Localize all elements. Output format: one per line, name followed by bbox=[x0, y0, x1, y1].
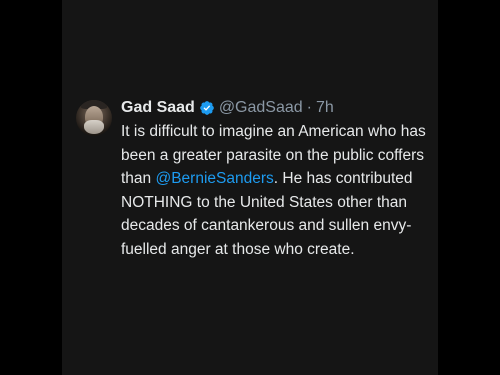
tweet-text: It is difficult to imagine an American w… bbox=[121, 120, 431, 261]
verified-badge-icon bbox=[199, 101, 214, 115]
avatar[interactable] bbox=[76, 100, 112, 136]
tweet-header: Gad Saad @GadSaad · 7h bbox=[121, 98, 431, 118]
tweet-panel: Gad Saad @GadSaad · 7h It is difficult t… bbox=[62, 0, 438, 375]
header-separator: · bbox=[306, 99, 312, 116]
author-handle[interactable]: @GadSaad bbox=[219, 98, 303, 118]
right-letterbox bbox=[438, 0, 500, 375]
tweet-timestamp[interactable]: 7h bbox=[316, 98, 334, 118]
author-name[interactable]: Gad Saad bbox=[121, 98, 195, 118]
mention-link[interactable]: @BernieSanders bbox=[155, 170, 273, 187]
avatar-beard bbox=[84, 120, 104, 134]
tweet-content: Gad Saad @GadSaad · 7h It is difficult t… bbox=[121, 98, 431, 261]
left-letterbox bbox=[0, 0, 62, 375]
screenshot-frame: Gad Saad @GadSaad · 7h It is difficult t… bbox=[0, 0, 500, 375]
